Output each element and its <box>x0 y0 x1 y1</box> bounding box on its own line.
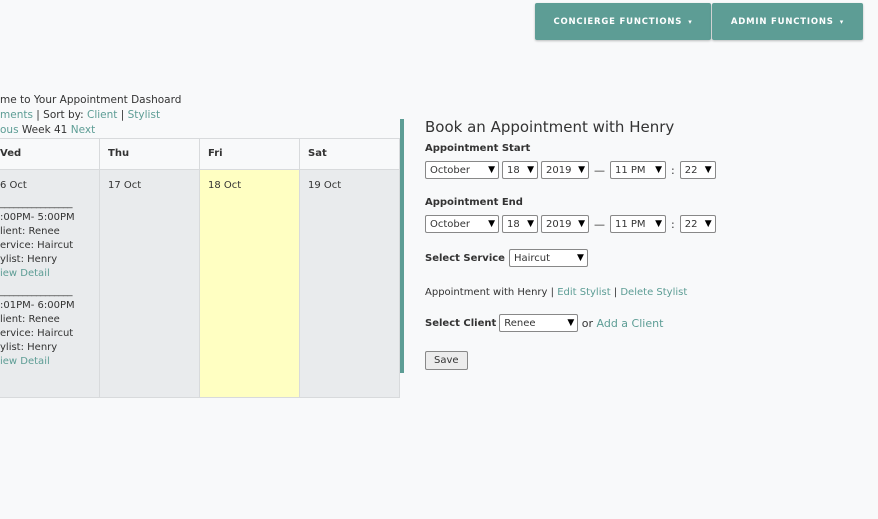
event-service: ervice: Haircut <box>0 328 74 339</box>
dropdown-arrow-icon: ▼ <box>488 165 495 175</box>
welcome-text: me to Your Appointment Dashoard <box>0 94 182 106</box>
concierge-functions-label: CONCIERGE FUNCTIONS <box>553 16 683 27</box>
event-separator: ________________ <box>0 286 73 297</box>
view-detail-link[interactable]: iew Detail <box>0 356 50 367</box>
range-dash: — <box>594 163 605 177</box>
event-stylist: ylist: Henry <box>0 342 58 353</box>
dropdown-arrow-icon: ▼ <box>488 219 495 229</box>
dropdown-arrow-icon: ▼ <box>567 318 575 328</box>
view-detail-link[interactable]: iew Detail <box>0 268 50 279</box>
dropdown-arrow-icon: ▼ <box>655 219 662 229</box>
event-client: lient: Renee <box>0 314 60 325</box>
sort-line: ments | Sort by: Client | Stylist <box>0 108 181 123</box>
event-service: ervice: Haircut <box>0 240 74 251</box>
end-minute-select[interactable]: 22 ▼ <box>679 215 716 233</box>
service-select[interactable]: Haircut ▼ <box>508 249 588 267</box>
appointments-link[interactable]: ments <box>0 109 33 121</box>
booking-title: Book an Appointment with Henry <box>425 118 675 136</box>
day-date: 17 Oct <box>108 180 142 191</box>
top-nav: CONCIERGE FUNCTIONS ▾ ADMIN FUNCTIONS ▾ <box>535 3 863 40</box>
welcome-block: me to Your Appointment Dashoard ments | … <box>0 93 181 138</box>
day-date: 18 Oct <box>208 180 242 191</box>
header-fri: Fri <box>200 138 300 170</box>
service-label: Select Service <box>425 252 505 264</box>
edit-stylist-link[interactable]: Edit Stylist <box>557 287 610 298</box>
event-time: :00PM- 5:00PM <box>0 212 75 223</box>
dropdown-arrow-icon: ▼ <box>578 219 585 229</box>
concierge-functions-button[interactable]: CONCIERGE FUNCTIONS ▾ <box>535 3 711 40</box>
dropdown-arrow-icon: ▼ <box>527 219 534 229</box>
appointment-entry: ________________ :01PM- 6:00PM lient: Re… <box>0 285 99 369</box>
admin-functions-label: ADMIN FUNCTIONS <box>730 16 834 27</box>
start-minute-select[interactable]: 22 ▼ <box>679 161 716 179</box>
end-day-select[interactable]: 18 ▼ <box>502 215 538 233</box>
save-button[interactable]: Save <box>425 351 468 370</box>
end-month-select[interactable]: October ▼ <box>425 215 499 233</box>
caret-down-icon: ▾ <box>839 17 845 26</box>
add-client-link[interactable]: Add a Client <box>597 317 664 330</box>
caret-down-icon: ▾ <box>688 17 693 26</box>
day-date: 19 Oct <box>308 180 342 191</box>
separator: | <box>117 109 128 121</box>
range-dash: — <box>594 217 605 231</box>
week-nav: ous Week 41 Next <box>0 123 181 138</box>
start-year-select[interactable]: 2019 ▼ <box>541 161 589 179</box>
event-client: lient: Renee <box>0 226 60 237</box>
appointment-with-text: Appointment with Henry <box>425 287 548 298</box>
start-row: October ▼ 18 ▼ 2019 ▼ — 11 PM ▼ : 22 ▼ <box>425 161 865 179</box>
dropdown-arrow-icon: ▼ <box>527 165 534 175</box>
day-date: 6 Oct <box>0 180 27 191</box>
client-select[interactable]: Renee ▼ <box>499 314 579 332</box>
dropdown-arrow-icon: ▼ <box>578 165 585 175</box>
service-row: Select Service Haircut ▼ <box>425 249 865 267</box>
booking-form: Book an Appointment with Henry Appointme… <box>425 118 865 370</box>
stylist-row: Appointment with Henry | Edit Stylist | … <box>425 287 688 298</box>
previous-week-link[interactable]: ous <box>0 124 19 136</box>
header-thu: Thu <box>100 138 200 170</box>
day-column-sat: 19 Oct <box>300 170 400 398</box>
end-row: October ▼ 18 ▼ 2019 ▼ — 11 PM ▼ : 22 ▼ <box>425 215 865 233</box>
event-separator: ________________ <box>0 198 73 209</box>
time-colon: : <box>671 217 675 231</box>
time-colon: : <box>671 163 675 177</box>
start-label: Appointment Start <box>425 143 531 154</box>
or-text: or <box>578 316 597 330</box>
dropdown-arrow-icon: ▼ <box>704 219 712 229</box>
week-label: Week 41 <box>18 124 71 136</box>
admin-functions-button[interactable]: ADMIN FUNCTIONS ▾ <box>712 3 863 40</box>
end-hour-select[interactable]: 11 PM ▼ <box>610 215 666 233</box>
dropdown-arrow-icon: ▼ <box>704 165 712 175</box>
client-row: Select Client Renee ▼ or Add a Client <box>425 314 865 332</box>
client-label: Select Client <box>425 317 497 329</box>
sort-by-text: | Sort by: <box>32 109 88 121</box>
sort-stylist-link[interactable]: Stylist <box>128 109 160 121</box>
end-year-select[interactable]: 2019 ▼ <box>541 215 589 233</box>
week-calendar: Ved Thu Fri Sat 6 Oct ________________ :… <box>0 138 400 398</box>
appointment-entry: ________________ :00PM- 5:00PM lient: Re… <box>0 197 99 281</box>
next-week-link[interactable]: Next <box>71 124 95 136</box>
start-month-select[interactable]: October ▼ <box>425 161 499 179</box>
panel-divider <box>400 119 404 373</box>
header-sat: Sat <box>300 138 400 170</box>
header-wed: Ved <box>0 138 100 170</box>
event-time: :01PM- 6:00PM <box>0 300 75 311</box>
delete-stylist-link[interactable]: Delete Stylist <box>620 287 687 298</box>
sort-client-link[interactable]: Client <box>87 109 117 121</box>
start-day-select[interactable]: 18 ▼ <box>502 161 538 179</box>
day-column-wed: 6 Oct ________________ :00PM- 5:00PM lie… <box>0 170 100 398</box>
start-hour-select[interactable]: 11 PM ▼ <box>610 161 666 179</box>
event-stylist: ylist: Henry <box>0 254 58 265</box>
dropdown-arrow-icon: ▼ <box>577 253 584 263</box>
end-label: Appointment End <box>425 197 523 208</box>
day-column-fri: 18 Oct <box>200 170 300 398</box>
dropdown-arrow-icon: ▼ <box>655 165 662 175</box>
day-column-thu: 17 Oct <box>100 170 200 398</box>
